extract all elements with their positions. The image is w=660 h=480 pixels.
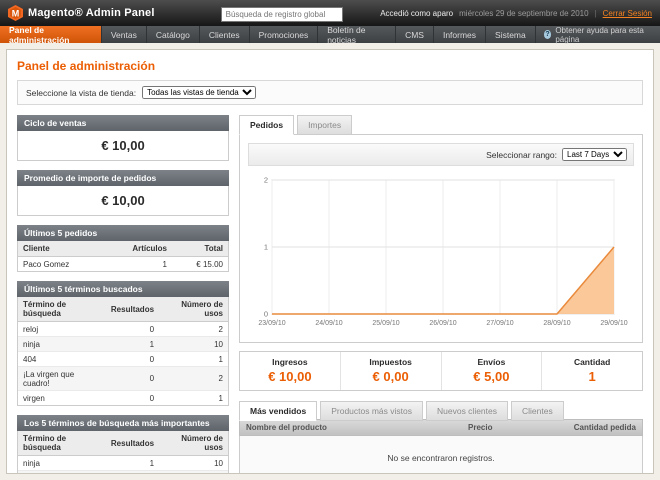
table-row[interactable]: virgen 0 1 <box>18 391 228 406</box>
logout-link[interactable]: Cerrar Sesión <box>603 9 652 18</box>
range-select[interactable]: Last 7 Days <box>562 148 627 161</box>
top-search-terms-box: Los 5 términos de búsqueda más important… <box>17 415 229 474</box>
last-search-terms-table: Término de búsqueda Resultados Número de… <box>18 297 228 405</box>
app-title: Magento® Admin Panel <box>28 7 155 19</box>
chart-panel: Seleccionar rango: Last 7 Days 23/09/102… <box>239 134 643 343</box>
column-header: Número de usos <box>159 297 228 322</box>
current-date: miércoles 29 de septiembre de 2010 <box>459 9 588 18</box>
column-header: Cliente <box>18 241 104 257</box>
dashboard-right-column: Pedidos Importes Seleccionar rango: Last… <box>239 115 643 474</box>
lifetime-sales-title: Ciclo de ventas <box>17 115 229 131</box>
last-orders-table: Cliente Artículos Total Paco Gomez 1 € 1… <box>18 241 228 271</box>
help-link[interactable]: ? Obtener ayuda para esta página <box>536 26 660 43</box>
last-search-terms-title: Últimos 5 términos buscados <box>17 281 229 297</box>
global-search-input[interactable] <box>221 7 343 22</box>
column-header: Artículos <box>104 241 172 257</box>
totals-bar: Ingresos € 10,00 Impuestos € 0,00 Envíos… <box>239 351 643 391</box>
nav-item-dashboard[interactable]: Panel de administración <box>0 26 102 43</box>
store-view-bar: Seleccione la vista de tienda: Todas las… <box>17 80 643 105</box>
column-header: Precio <box>462 420 554 435</box>
svg-text:27/09/10: 27/09/10 <box>486 320 513 327</box>
total-cantidad: Cantidad 1 <box>541 352 642 390</box>
svg-text:26/09/10: 26/09/10 <box>429 320 456 327</box>
nav-item-promociones[interactable]: Promociones <box>250 26 319 43</box>
logged-in-as: Accedió como aparo <box>380 9 453 18</box>
nav-item-clientes[interactable]: Clientes <box>200 26 250 43</box>
dashboard-left-column: Ciclo de ventas € 10,00 Promedio de impo… <box>17 115 229 474</box>
table-row[interactable]: ninja 1 10 <box>18 337 228 352</box>
column-header: Total <box>172 241 228 257</box>
column-header: Nombre del producto <box>240 420 462 435</box>
grid-tabs: Más vendidos Productos más vistos Nuevos… <box>239 401 643 420</box>
tab-nuevos-clientes[interactable]: Nuevos clientes <box>426 401 508 421</box>
total-envios: Envíos € 5,00 <box>441 352 542 390</box>
svg-text:29/09/10: 29/09/10 <box>600 320 627 327</box>
order-items: 1 <box>104 257 172 272</box>
magento-logo: M Magento® Admin Panel <box>8 5 155 21</box>
nav-item-informes[interactable]: Informes <box>434 26 486 43</box>
last-search-terms-box: Últimos 5 términos buscados Término de b… <box>17 281 229 406</box>
svg-text:23/09/10: 23/09/10 <box>258 320 285 327</box>
lifetime-sales-value: € 10,00 <box>18 131 228 160</box>
table-row[interactable]: reloj 0 2 <box>18 322 228 337</box>
svg-text:28/09/10: 28/09/10 <box>543 320 570 327</box>
average-orders-box: Promedio de importe de pedidos € 10,00 <box>17 170 229 216</box>
main-nav: Panel de administración Ventas Catálogo … <box>0 26 660 43</box>
app-header: M Magento® Admin Panel Accedió como apar… <box>0 0 660 26</box>
table-row[interactable]: ¡La virgen que cuadro! 0 2 <box>18 367 228 391</box>
help-icon: ? <box>544 30 552 39</box>
store-view-label: Seleccione la vista de tienda: <box>26 88 136 98</box>
column-header: Término de búsqueda <box>18 431 106 456</box>
svg-text:24/09/10: 24/09/10 <box>315 320 342 327</box>
average-orders-value: € 10,00 <box>18 186 228 215</box>
order-total: € 15.00 <box>172 257 228 272</box>
tab-mas-vendidos[interactable]: Más vendidos <box>239 401 317 421</box>
table-row[interactable]: ninja 1 10 <box>18 456 228 471</box>
table-row[interactable]: reloj 0 2 <box>18 471 228 475</box>
content-frame: Panel de administración Seleccione la vi… <box>6 49 654 474</box>
range-label: Seleccionar rango: <box>486 150 557 160</box>
last-orders-title: Últimos 5 pedidos <box>17 225 229 241</box>
tab-pedidos[interactable]: Pedidos <box>239 115 294 135</box>
lifetime-sales-box: Ciclo de ventas € 10,00 <box>17 115 229 161</box>
tab-importes[interactable]: Importes <box>297 115 352 135</box>
column-header: Resultados <box>106 431 159 456</box>
order-customer: Paco Gomez <box>18 257 104 272</box>
svg-text:M: M <box>12 9 20 19</box>
products-grid-header: Nombre del producto Precio Cantidad pedi… <box>239 419 643 436</box>
nav-item-boletin[interactable]: Boletín de noticias <box>318 26 396 43</box>
empty-grid-message: No se encontraron registros. <box>239 436 643 474</box>
nav-item-cms[interactable]: CMS <box>396 26 434 43</box>
column-header: Término de búsqueda <box>18 297 106 322</box>
table-row[interactable]: 404 0 1 <box>18 352 228 367</box>
nav-item-sistema[interactable]: Sistema <box>486 26 536 43</box>
table-row[interactable]: Paco Gomez 1 € 15.00 <box>18 257 228 272</box>
svg-text:25/09/10: 25/09/10 <box>372 320 399 327</box>
last-orders-box: Últimos 5 pedidos Cliente Artículos Tota… <box>17 225 229 272</box>
top-search-terms-title: Los 5 términos de búsqueda más important… <box>17 415 229 431</box>
column-header: Número de usos <box>159 431 228 456</box>
total-ingresos: Ingresos € 10,00 <box>240 352 340 390</box>
nav-item-ventas[interactable]: Ventas <box>102 26 147 43</box>
average-orders-title: Promedio de importe de pedidos <box>17 170 229 186</box>
page-title: Panel de administración <box>7 50 653 80</box>
column-header: Resultados <box>106 297 159 322</box>
help-label: Obtener ayuda para esta página <box>555 26 652 44</box>
total-impuestos: Impuestos € 0,00 <box>340 352 441 390</box>
svg-text:2: 2 <box>264 176 268 185</box>
tab-productos-mas-vistos[interactable]: Productos más vistos <box>320 401 423 421</box>
tab-clientes[interactable]: Clientes <box>511 401 564 421</box>
chart-tabs: Pedidos Importes <box>239 115 643 134</box>
range-bar: Seleccionar rango: Last 7 Days <box>248 143 634 166</box>
orders-chart-svg: 23/09/10 24/09/10 25/09/10 26/09/10 27/09/10… <box>248 174 634 334</box>
magento-logo-icon: M <box>8 5 23 21</box>
top-search-terms-table: Término de búsqueda Resultados Número de… <box>18 431 228 474</box>
separator: | <box>595 9 597 18</box>
svg-text:0: 0 <box>264 310 268 319</box>
column-header: Cantidad pedida <box>554 420 642 435</box>
store-view-select[interactable]: Todas las vistas de tienda <box>142 86 256 99</box>
svg-text:1: 1 <box>264 243 268 252</box>
orders-chart: 23/09/10 24/09/10 25/09/10 26/09/10 27/09/10… <box>248 166 634 334</box>
nav-item-catalogo[interactable]: Catálogo <box>147 26 200 43</box>
